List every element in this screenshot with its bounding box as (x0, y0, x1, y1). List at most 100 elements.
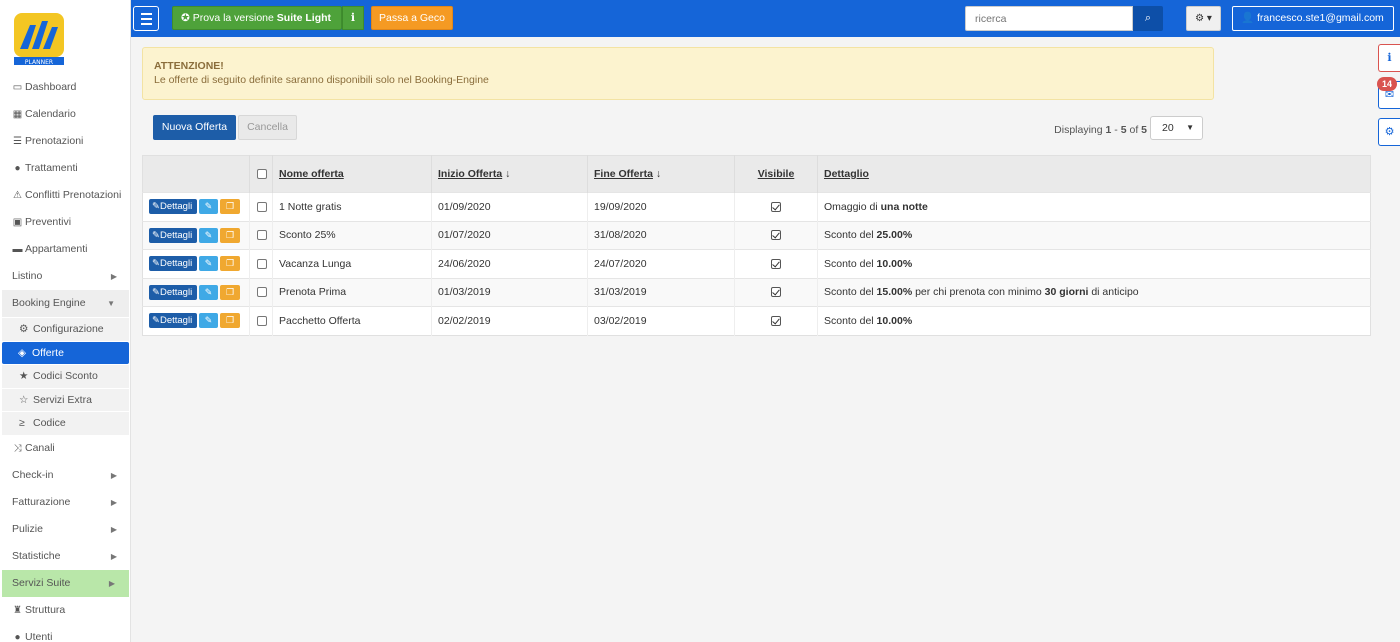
header-start[interactable]: Inizio Offerta ↓ (431, 155, 588, 193)
row-checkbox[interactable] (257, 201, 267, 212)
pencil-icon: ✎ (152, 258, 160, 270)
suite-info-button[interactable]: ℹ (342, 6, 364, 30)
copy-button[interactable]: ❐ (220, 284, 240, 300)
bed-icon: ▬ (12, 244, 23, 255)
sidebar-item-pulizie[interactable]: Pulizie ▶ (0, 516, 131, 543)
pencil-icon: ✎ (152, 201, 160, 213)
edit-button[interactable]: ✎ (199, 313, 218, 329)
sidebar-item-fatturazione[interactable]: Fatturazione ▶ (0, 489, 131, 516)
delete-button[interactable]: Cancella (238, 115, 297, 140)
row-checkbox[interactable] (257, 315, 267, 326)
copy-button[interactable]: ❐ (220, 256, 240, 272)
gear-icon: ⚙ (19, 323, 29, 335)
detail-bold: 25.00% (876, 229, 913, 242)
table-row: ✎Dettagli ✎ ❐ Sconto 25% 01/07/2020 31/08/202… (142, 220, 1371, 250)
visible-checkbox[interactable] (771, 315, 781, 326)
edit-button[interactable]: ✎ (199, 256, 218, 272)
cell-start: 01/03/2019 (431, 277, 588, 307)
sidebar-item-label: Booking Engine (12, 297, 86, 309)
offers-table: Nome offerta Inizio Offerta ↓ Fine Offer… (142, 155, 1371, 336)
header-end[interactable]: Fine Offerta ↓ (587, 155, 735, 193)
search-input[interactable] (965, 6, 1133, 31)
header-detail[interactable]: Dettaglio (817, 155, 1371, 193)
per-page-select[interactable]: 20 ▼ (1150, 116, 1203, 140)
cell-end: 19/09/2020 (587, 192, 735, 221)
sidebar-item-label: Prenotazioni (25, 135, 84, 147)
copy-button[interactable]: ❐ (220, 227, 240, 243)
sidebar-item-offerte[interactable]: ◈ Offerte (2, 341, 129, 364)
visible-checkbox[interactable] (771, 201, 781, 212)
edit-button[interactable]: ✎ (199, 199, 218, 215)
sort-arrow-icon: ↓ (505, 168, 511, 180)
sidebar-item-codice[interactable]: ≥ Codice (2, 412, 129, 435)
logo[interactable]: PLANNER (10, 9, 68, 67)
details-button-label: Dettagli (159, 201, 193, 213)
row-checkbox[interactable] (257, 230, 267, 241)
header-visible[interactable]: Visibile (734, 155, 818, 193)
sidebar-item-label: Trattamenti (25, 162, 78, 174)
edit-button[interactable]: ✎ (199, 227, 218, 243)
details-button[interactable]: ✎Dettagli (149, 313, 197, 329)
detail-bold: 10.00% (876, 314, 913, 327)
settings-dropdown-button[interactable]: ⚙ ▾ (1186, 6, 1221, 31)
sidebar-item-conflitti[interactable]: ⚠ Conflitti Prenotazioni (0, 182, 131, 209)
copy-button[interactable]: ❐ (220, 199, 240, 215)
cell-visible (734, 192, 818, 221)
edit-button[interactable]: ✎ (199, 284, 218, 300)
row-actions: ✎Dettagli ✎ ❐ (142, 192, 250, 221)
sidebar-item-canali[interactable]: ⤨ Canali (0, 435, 131, 462)
details-button[interactable]: ✎Dettagli (149, 199, 197, 215)
sidebar-item-servizi-suite[interactable]: Servizi Suite ▶ (2, 569, 129, 597)
details-button[interactable]: ✎Dettagli (149, 256, 197, 272)
sidebar-item-label: Fatturazione (12, 495, 71, 508)
cell-visible (734, 249, 818, 278)
sidebar-item-codici-sconto[interactable]: ★ Codici Sconto (2, 365, 129, 388)
new-offer-button[interactable]: Nuova Offerta (153, 115, 236, 140)
sidebar-item-booking-engine[interactable]: Booking Engine ▼ (2, 290, 129, 317)
info-side-button[interactable]: ℹ (1378, 44, 1400, 72)
row-checkbox[interactable] (257, 287, 267, 298)
search-button[interactable]: ⌕ (1133, 6, 1163, 31)
details-button-label: Dettagli (159, 258, 193, 270)
sidebar-item-preventivi[interactable]: ▣ Preventivi (0, 209, 131, 236)
cell-detail: Sconto del 10.00% (817, 249, 1371, 278)
sidebar-item-utenti[interactable]: ● Utenti (0, 624, 131, 642)
user-menu-button[interactable]: 👤 francesco.ste1@gmail.com (1232, 6, 1394, 31)
cell-name: Prenota Prima (272, 277, 432, 307)
building-icon: ♜ (13, 604, 22, 616)
visible-checkbox[interactable] (771, 230, 781, 241)
sidebar-item-struttura[interactable]: ♜ Struttura (0, 597, 131, 624)
row-checkbox[interactable] (257, 258, 267, 269)
sidebar-item-dashboard[interactable]: ▭ Dashboard (0, 74, 131, 101)
sidebar-item-calendario[interactable]: ▦ Calendario (0, 101, 131, 128)
select-all-checkbox[interactable] (257, 169, 267, 180)
warning-alert: ATTENZIONE! Le offerte di seguito defini… (142, 47, 1214, 100)
header-name-label: Nome offerta (279, 168, 344, 180)
menu-toggle-button[interactable] (133, 6, 159, 31)
header-name[interactable]: Nome offerta (272, 155, 432, 193)
details-button[interactable]: ✎Dettagli (149, 284, 197, 300)
tags-icon: ◈ (18, 346, 27, 359)
sidebar-item-trattamenti[interactable]: ● Trattamenti (0, 155, 131, 182)
detail-bold: 15.00% (876, 286, 913, 299)
copy-button[interactable]: ❐ (220, 313, 240, 329)
sidebar-item-configurazione[interactable]: ⚙ Configurazione (2, 318, 129, 341)
sidebar-item-appartamenti[interactable]: ▬ Appartamenti (0, 236, 131, 263)
sidebar-item-label: Struttura (25, 603, 66, 616)
settings-side-button[interactable]: ⚙ (1378, 118, 1400, 146)
row-actions: ✎Dettagli ✎ ❐ (142, 220, 250, 250)
visible-checkbox[interactable] (771, 258, 781, 269)
visible-checkbox[interactable] (771, 287, 781, 298)
sidebar-item-check-in[interactable]: Check-in ▶ (0, 462, 131, 489)
details-button[interactable]: ✎Dettagli (149, 227, 197, 243)
sidebar-item-servizi-extra[interactable]: ☆ Servizi Extra (2, 388, 129, 411)
sidebar-item-label: Canali (25, 441, 55, 454)
sidebar-item-statistiche[interactable]: Statistiche ▶ (0, 543, 131, 570)
cell-detail: Sconto del 10.00% (817, 306, 1371, 335)
detail-bold: 30 giorni (1044, 286, 1089, 299)
sidebar-item-listino[interactable]: Listino ▶ (0, 263, 131, 290)
geco-button[interactable]: Passa a Geco (371, 6, 453, 30)
sidebar-item-label: Configurazione (33, 323, 104, 335)
sidebar-item-prenotazioni[interactable]: ☰ Prenotazioni (0, 128, 131, 155)
suite-light-button[interactable]: ✪ Prova la versione Suite Light (172, 6, 342, 30)
